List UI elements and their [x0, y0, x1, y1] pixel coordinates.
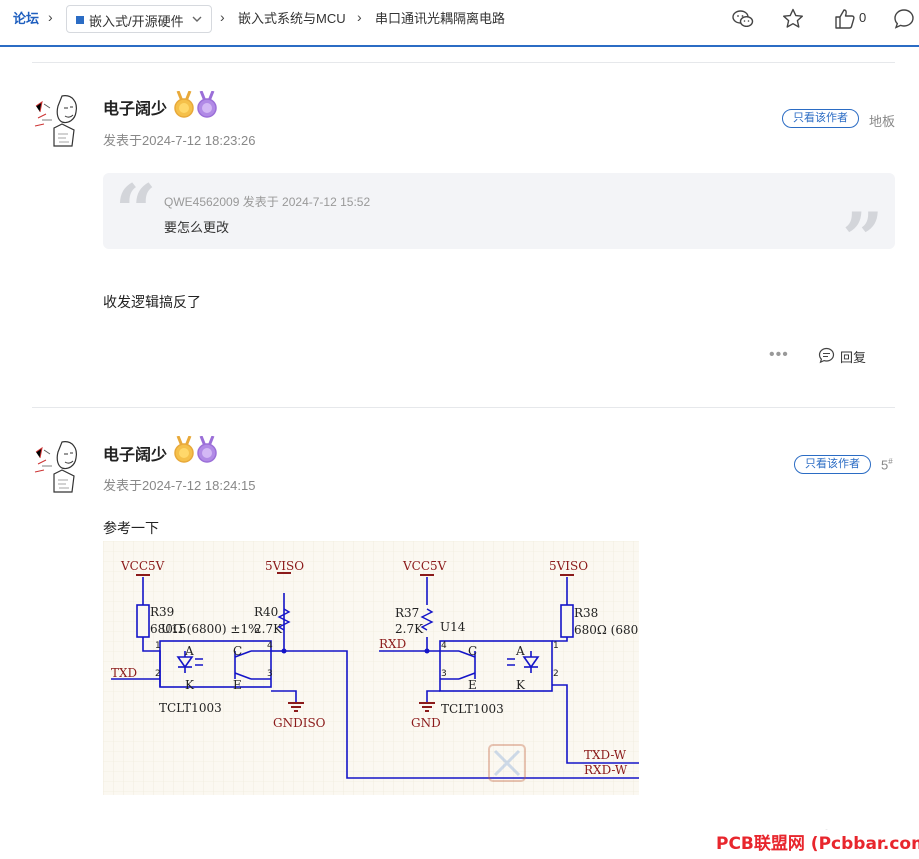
chevron-right-icon: ›	[357, 9, 362, 25]
pin-k-right: K	[516, 678, 526, 692]
divider	[32, 407, 895, 408]
purple-medal-icon	[197, 436, 217, 463]
site-watermark: PCB联盟网 (Pcbbar.com)	[716, 830, 919, 859]
chevron-right-icon: ›	[48, 9, 53, 25]
quote-text: 要怎么更改	[164, 220, 230, 235]
vcc-left-label: VCC5V	[120, 559, 165, 573]
viso-left-label: 5VISO	[265, 559, 304, 573]
author-name[interactable]: 电子阔少	[103, 441, 167, 465]
reply-button[interactable]: 回复	[818, 346, 878, 365]
r38-label: R38	[574, 606, 598, 620]
chevron-right-icon: ›	[220, 9, 225, 25]
top-navigation-bar: 论坛 › 嵌入式/开源硬件 › 嵌入式系统与MCU › 串口通讯光耦隔离电路 0	[0, 0, 919, 47]
pin-number: 4	[267, 641, 273, 651]
gold-medal-icon	[174, 91, 194, 118]
pin-number: 3	[267, 669, 273, 679]
purple-medal-icon	[197, 91, 217, 118]
schematic-image[interactable]: VCC5V 5VISO VCC5V 5VISO TXD RXD TXD-W RX…	[103, 541, 639, 795]
pin-number: 2	[553, 669, 559, 679]
quote-close-icon: ”	[842, 196, 884, 281]
forum-select-label: 嵌入式/开源硬件	[89, 14, 184, 29]
r40-label: R40	[254, 605, 278, 619]
chat-icon[interactable]	[892, 7, 916, 31]
r37-value: 2.7K	[395, 622, 424, 636]
quote-open-icon: “	[115, 168, 157, 253]
like-count: 0	[859, 10, 867, 25]
part-left-label: TCLT1003	[159, 701, 222, 715]
u15-label: U15	[161, 622, 186, 636]
post-time: 发表于2024-7-12 18:23:26	[103, 133, 256, 148]
txd-w-label: TXD-W	[584, 748, 627, 762]
r39-label: R39	[150, 605, 174, 619]
reply-label: 回复	[840, 350, 867, 365]
only-author-button[interactable]: 只看该作者	[794, 455, 871, 474]
pin-c-right: C	[468, 644, 477, 658]
more-options-icon[interactable]: •••	[769, 346, 789, 364]
gold-medal-icon	[174, 436, 194, 463]
reply-icon	[818, 347, 835, 364]
post-content: 收发逻辑搞反了	[103, 294, 201, 310]
pin-e-right: E	[468, 678, 477, 692]
forum-square-icon	[76, 16, 84, 24]
avatar[interactable]	[32, 90, 92, 150]
pin-number: 4	[441, 641, 447, 651]
pin-number: 2	[155, 669, 161, 679]
gndiso-label: GNDISO	[273, 716, 326, 730]
floor-number: 5#	[881, 457, 893, 472]
viso-right-label: 5VISO	[549, 559, 588, 573]
schematic-drawing: VCC5V 5VISO VCC5V 5VISO TXD RXD TXD-W RX…	[103, 541, 639, 795]
thumbs-up-icon[interactable]	[833, 7, 857, 31]
pin-number: 3	[441, 669, 447, 679]
author-name[interactable]: 电子阔少	[103, 95, 167, 119]
u14-label: U14	[440, 620, 466, 634]
r37-label: R37	[395, 606, 419, 620]
post-content: 参考一下	[103, 520, 159, 536]
breadcrumb-thread: 串口通讯光耦隔离电路	[375, 11, 506, 26]
part-right-label: TCLT1003	[441, 702, 504, 716]
pin-a-right: A	[515, 644, 525, 658]
quote-block: “ QWE4562009 发表于 2024-7-12 15:52 要怎么更改 ”	[103, 168, 895, 275]
floor-number-mark: #	[888, 457, 893, 466]
floor-number: 地板	[869, 114, 896, 129]
quote-meta: QWE4562009 发表于 2024-7-12 15:52	[164, 195, 371, 209]
pin-k-left: K	[185, 678, 195, 692]
r38-value: 680Ω (6800	[574, 623, 639, 637]
post-time: 发表于2024-7-12 18:24:15	[103, 478, 256, 493]
rxd-w-label: RXD-W	[584, 763, 628, 777]
pin-a-left: A	[184, 644, 194, 658]
only-author-button[interactable]: 只看该作者	[782, 109, 859, 128]
txd-label: TXD	[111, 666, 137, 680]
avatar[interactable]	[32, 436, 92, 496]
breadcrumb-home[interactable]: 论坛	[13, 10, 39, 28]
divider	[32, 62, 895, 63]
star-icon[interactable]	[781, 7, 805, 31]
gnd-label: GND	[411, 716, 441, 730]
pin-e-left: E	[233, 678, 242, 692]
rxd-label: RXD	[379, 637, 406, 651]
r40-value: 2.7K	[254, 622, 283, 636]
pin-number: 1	[155, 641, 161, 651]
vcc-right-label: VCC5V	[402, 559, 447, 573]
wechat-icon[interactable]	[731, 7, 755, 31]
forum-select[interactable]: 嵌入式/开源硬件	[66, 5, 212, 33]
pin-number: 1	[553, 641, 559, 651]
pin-c-left: C	[233, 644, 242, 658]
chevron-down-icon	[192, 16, 202, 22]
breadcrumb-category[interactable]: 嵌入式系统与MCU	[238, 10, 346, 28]
